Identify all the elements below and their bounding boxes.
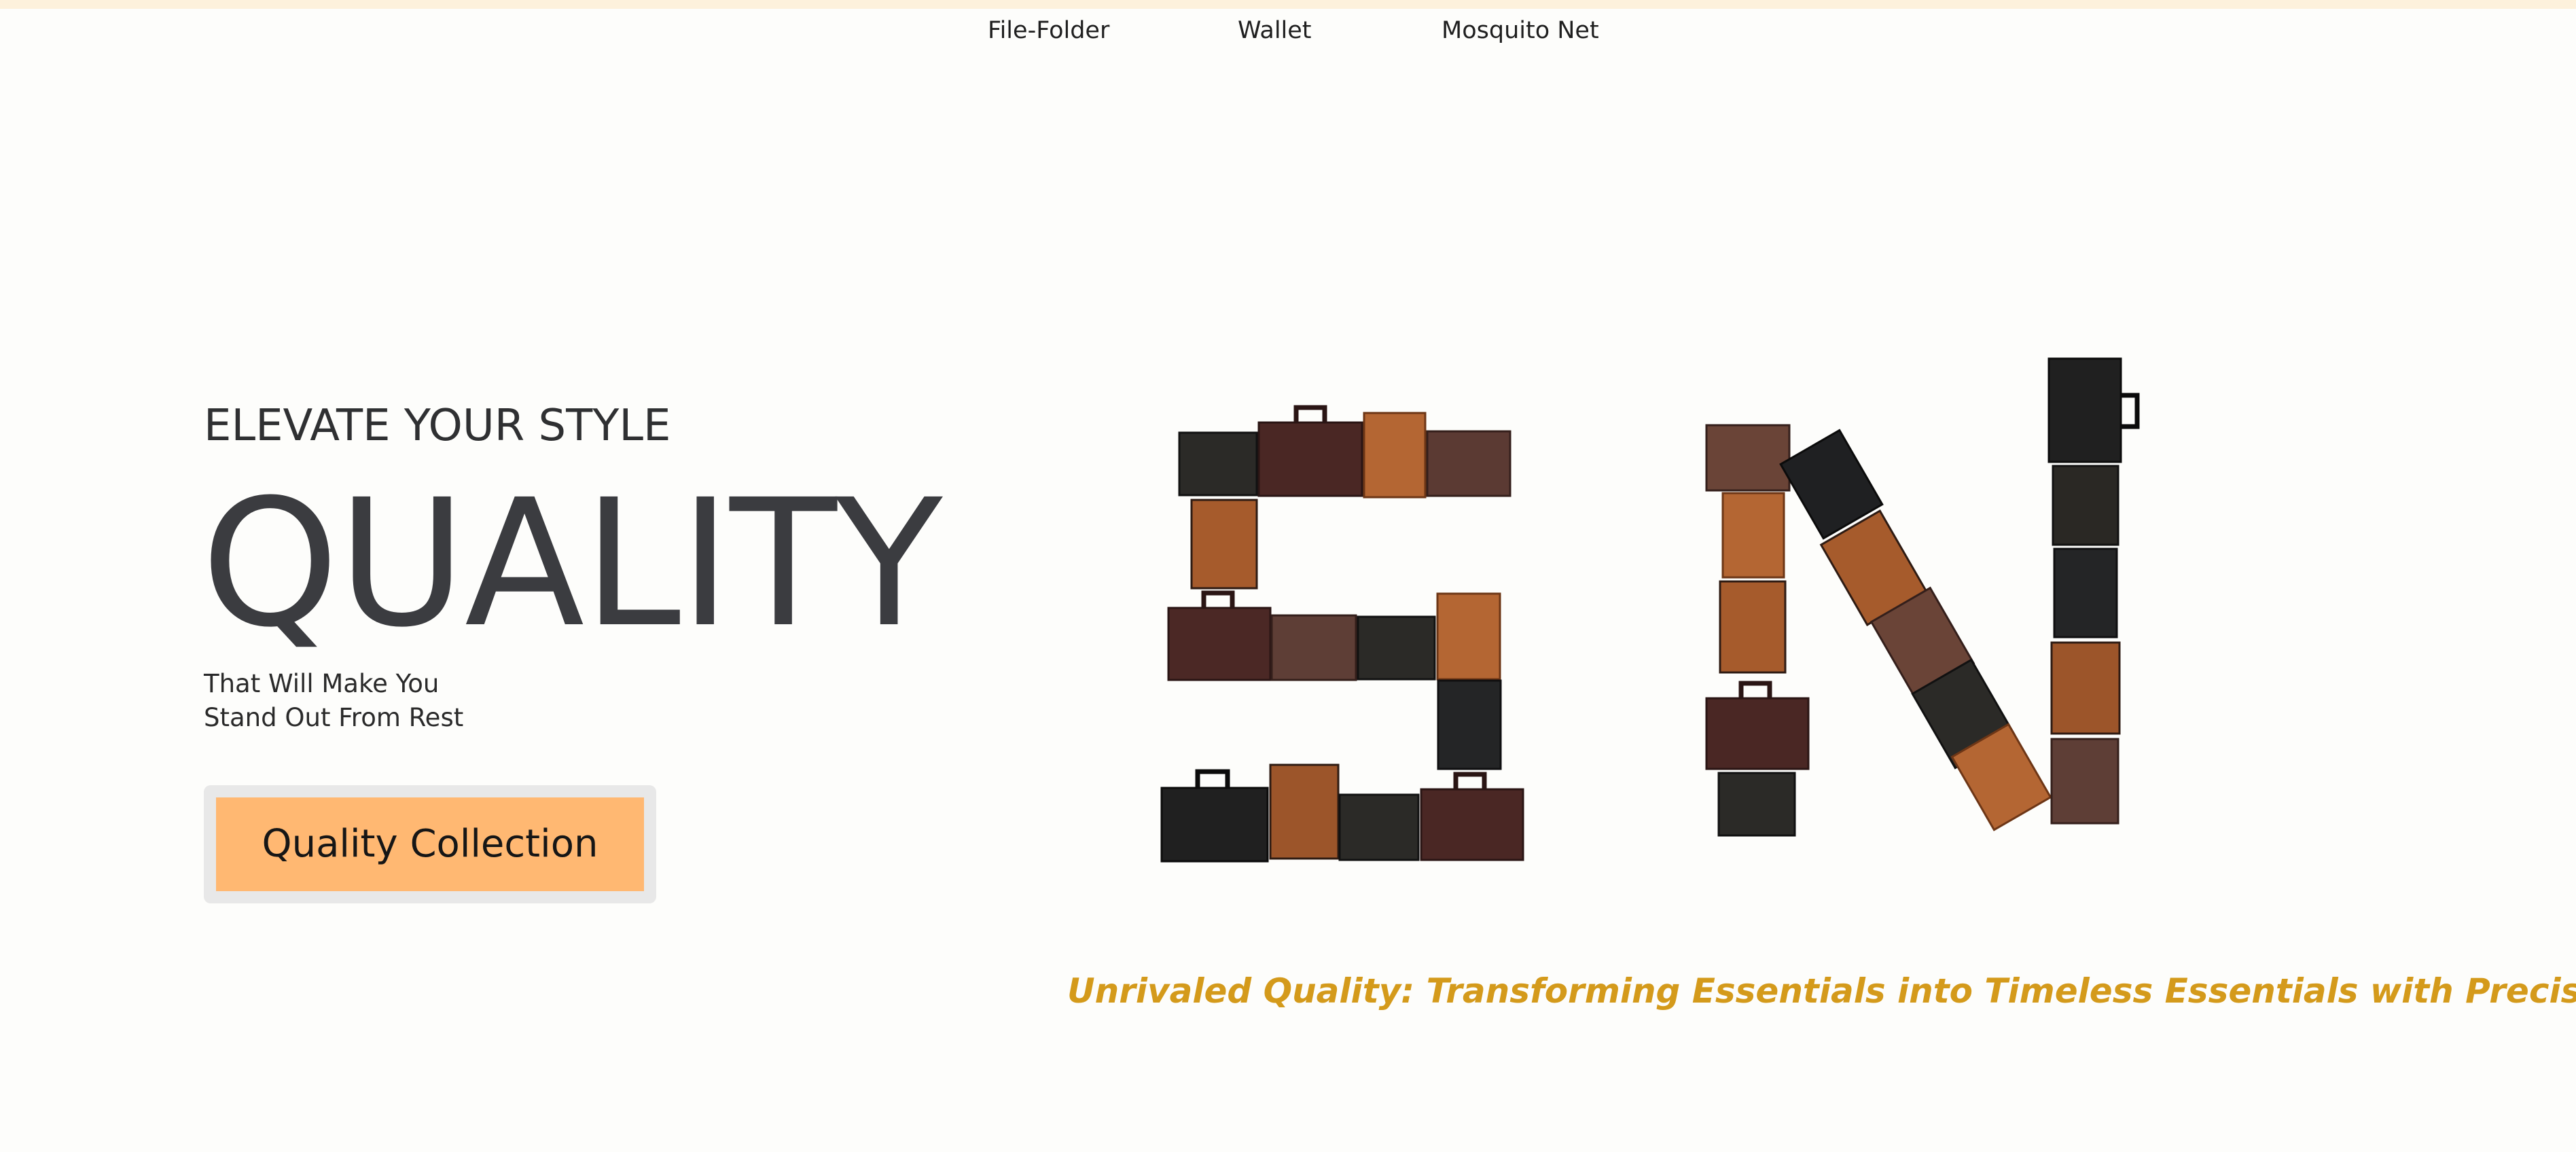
wallet-brown-n1-icon [1705,424,1791,492]
wallet-black-icon [1178,431,1258,497]
hero-headline: QUALITY [201,462,942,666]
folder-tan-2-icon [1190,499,1258,590]
nav-link-wallet[interactable]: Wallet [1238,14,1312,48]
briefcase-maroon-icon [1257,405,1363,497]
wallet-black-2-icon [1357,615,1436,681]
wallet-black-3-icon [1338,793,1420,861]
top-accent-strip [0,0,2576,9]
nav-link-file-folder[interactable]: File-Folder [988,14,1109,48]
nav-link-mosquito-net[interactable]: Mosquito Net [1442,14,1599,48]
folder-tan-n1-icon [1721,492,1785,579]
folder-tan-3-icon [1436,592,1501,681]
letter-n-products [1705,357,2140,837]
wallet-brown-n2-icon [2050,738,2119,825]
folder-black-icon [1437,679,1502,770]
briefcase-maroon-2-icon [1167,590,1272,681]
folder-tan-icon [1363,412,1427,499]
top-nav: File-Folder Wallet Mosquito Net [0,14,2576,48]
briefcase-maroon-n-icon [1705,681,1810,770]
tagline: Unrivaled Quality: Transforming Essentia… [1067,971,2576,1011]
cta-frame: Quality Collection [204,785,656,903]
sn-leather-goods-monogram [1160,357,2140,863]
hero-subtext-line-1: That Will Make You [204,669,440,698]
letter-s-products [1160,405,1524,863]
folder-tan-n3-icon [2050,641,2121,735]
hero-subtext: That Will Make You Stand Out From Rest [204,667,463,735]
folder-black-n-icon [2053,547,2118,638]
folder-tan-n2-icon [1719,580,1787,674]
wallet-black-n-icon [1717,772,1796,837]
hero-eyebrow: ELEVATE YOUR STYLE [204,401,671,451]
briefcase-black-icon [1160,769,1269,863]
hero-subtext-line-2: Stand Out From Rest [204,703,464,732]
quality-collection-button[interactable]: Quality Collection [216,797,644,891]
folder-tan-4-icon [1269,763,1340,860]
briefcase-black-n-icon [2047,357,2140,463]
wallet-black-n2-icon [2052,465,2119,546]
briefcase-maroon-3-icon [1420,772,1524,861]
wallet-brown-icon [1426,430,1511,497]
wallet-brown-2-icon [1270,614,1357,681]
